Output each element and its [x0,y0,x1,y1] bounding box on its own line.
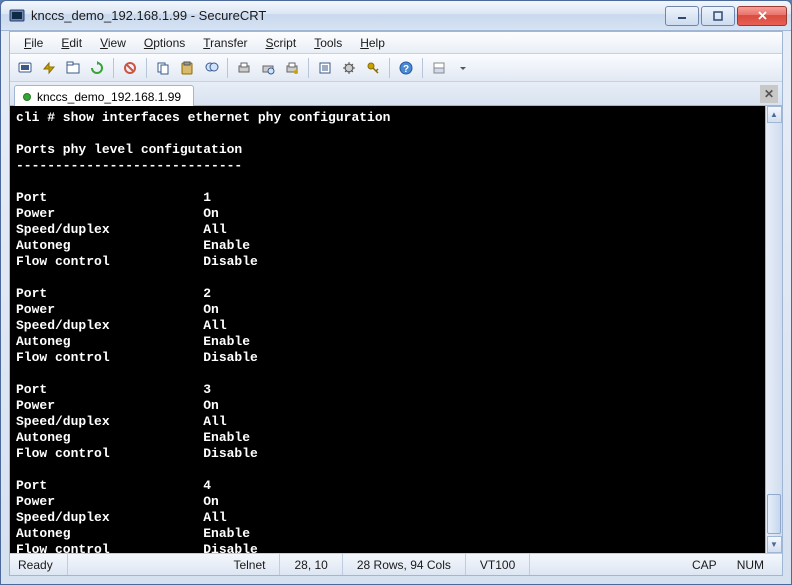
session-tab[interactable]: knccs_demo_192.168.1.99 [14,85,194,106]
disconnect-icon [122,60,138,76]
toolbar-separator [227,58,228,78]
toggle-icon [431,60,447,76]
menu-view[interactable]: View [92,34,134,52]
print-icon [236,60,252,76]
toolbar-paste-button[interactable] [176,57,198,79]
app-icon [9,8,25,24]
toolbar-connect-tab-button[interactable] [62,57,84,79]
dropdown-icon [458,60,468,76]
svg-text:?: ? [403,64,409,75]
paste-icon [179,60,195,76]
connect-tab-icon [65,60,81,76]
app-window: knccs_demo_192.168.1.99 - SecureCRT File… [0,0,792,585]
copy-icon [155,60,171,76]
menu-tools[interactable]: Tools [306,34,350,52]
toolbar-separator [389,58,390,78]
session-tab-label: knccs_demo_192.168.1.99 [37,90,181,104]
print-setup-icon [284,60,300,76]
help-icon: ? [398,60,414,76]
toolbar-print-preview-button[interactable] [257,57,279,79]
terminal[interactable]: cli # show interfaces ethernet phy confi… [10,106,765,553]
toolbar-separator [422,58,423,78]
menu-options[interactable]: Options [136,34,193,52]
status-emulation: VT100 [466,554,530,575]
close-icon: ✕ [764,87,774,101]
toolbar-options-button[interactable] [338,57,360,79]
window-title: knccs_demo_192.168.1.99 - SecureCRT [31,8,663,23]
toolbar-properties-button[interactable] [314,57,336,79]
menu-help[interactable]: Help [352,34,393,52]
minimize-button[interactable] [665,6,699,26]
close-tabs-button[interactable]: ✕ [760,85,778,103]
toolbar-print-setup-button[interactable] [281,57,303,79]
maximize-button[interactable] [701,6,735,26]
toolbar-dropdown-button[interactable] [452,57,474,79]
toolbar-quick-connect-button[interactable] [38,57,60,79]
scroll-up-button[interactable]: ▲ [767,106,782,123]
status-cap: CAP [682,558,727,572]
toolbar-help-button[interactable]: ? [395,57,417,79]
menubar: FileEditViewOptionsTransferScriptToolsHe… [10,32,782,54]
toolbar-reconnect-button[interactable] [86,57,108,79]
scroll-thumb[interactable] [767,494,781,534]
status-protocol: Telnet [219,554,280,575]
session-tabs: knccs_demo_192.168.1.99 ✕ [10,82,782,106]
status-ready: Ready [18,554,68,575]
options-icon [341,60,357,76]
toolbar-disconnect-button[interactable] [119,57,141,79]
toolbar-toggle-button[interactable] [428,57,450,79]
toolbar-copy-button[interactable] [152,57,174,79]
reconnect-icon [89,60,105,76]
titlebar[interactable]: knccs_demo_192.168.1.99 - SecureCRT [1,1,791,31]
toolbar-find-button[interactable] [200,57,222,79]
menu-script[interactable]: Script [258,34,305,52]
toolbar-separator [308,58,309,78]
status-bar: Ready Telnet 28, 10 28 Rows, 94 Cols VT1… [10,553,782,575]
scroll-track[interactable] [766,123,782,536]
menu-file[interactable]: File [16,34,51,52]
connect-icon [17,60,33,76]
toolbar-print-button[interactable] [233,57,255,79]
vertical-scrollbar[interactable]: ▲ ▼ [765,106,782,553]
quick-connect-icon [41,60,57,76]
toolbar-separator [113,58,114,78]
scroll-down-button[interactable]: ▼ [767,536,782,553]
print-preview-icon [260,60,276,76]
status-cursor: 28, 10 [280,554,342,575]
key-icon [365,60,381,76]
toolbar-key-button[interactable] [362,57,384,79]
window-buttons [663,6,787,26]
properties-icon [317,60,333,76]
status-size: 28 Rows, 94 Cols [343,554,466,575]
toolbar: ? [10,54,782,82]
terminal-area: cli # show interfaces ethernet phy confi… [10,106,782,553]
status-dot-icon [23,93,31,101]
toolbar-separator [146,58,147,78]
client-area: FileEditViewOptionsTransferScriptToolsHe… [9,31,783,576]
toolbar-connect-button[interactable] [14,57,36,79]
find-icon [203,60,219,76]
menu-transfer[interactable]: Transfer [195,34,255,52]
close-button[interactable] [737,6,787,26]
status-num: NUM [727,558,774,572]
menu-edit[interactable]: Edit [53,34,90,52]
